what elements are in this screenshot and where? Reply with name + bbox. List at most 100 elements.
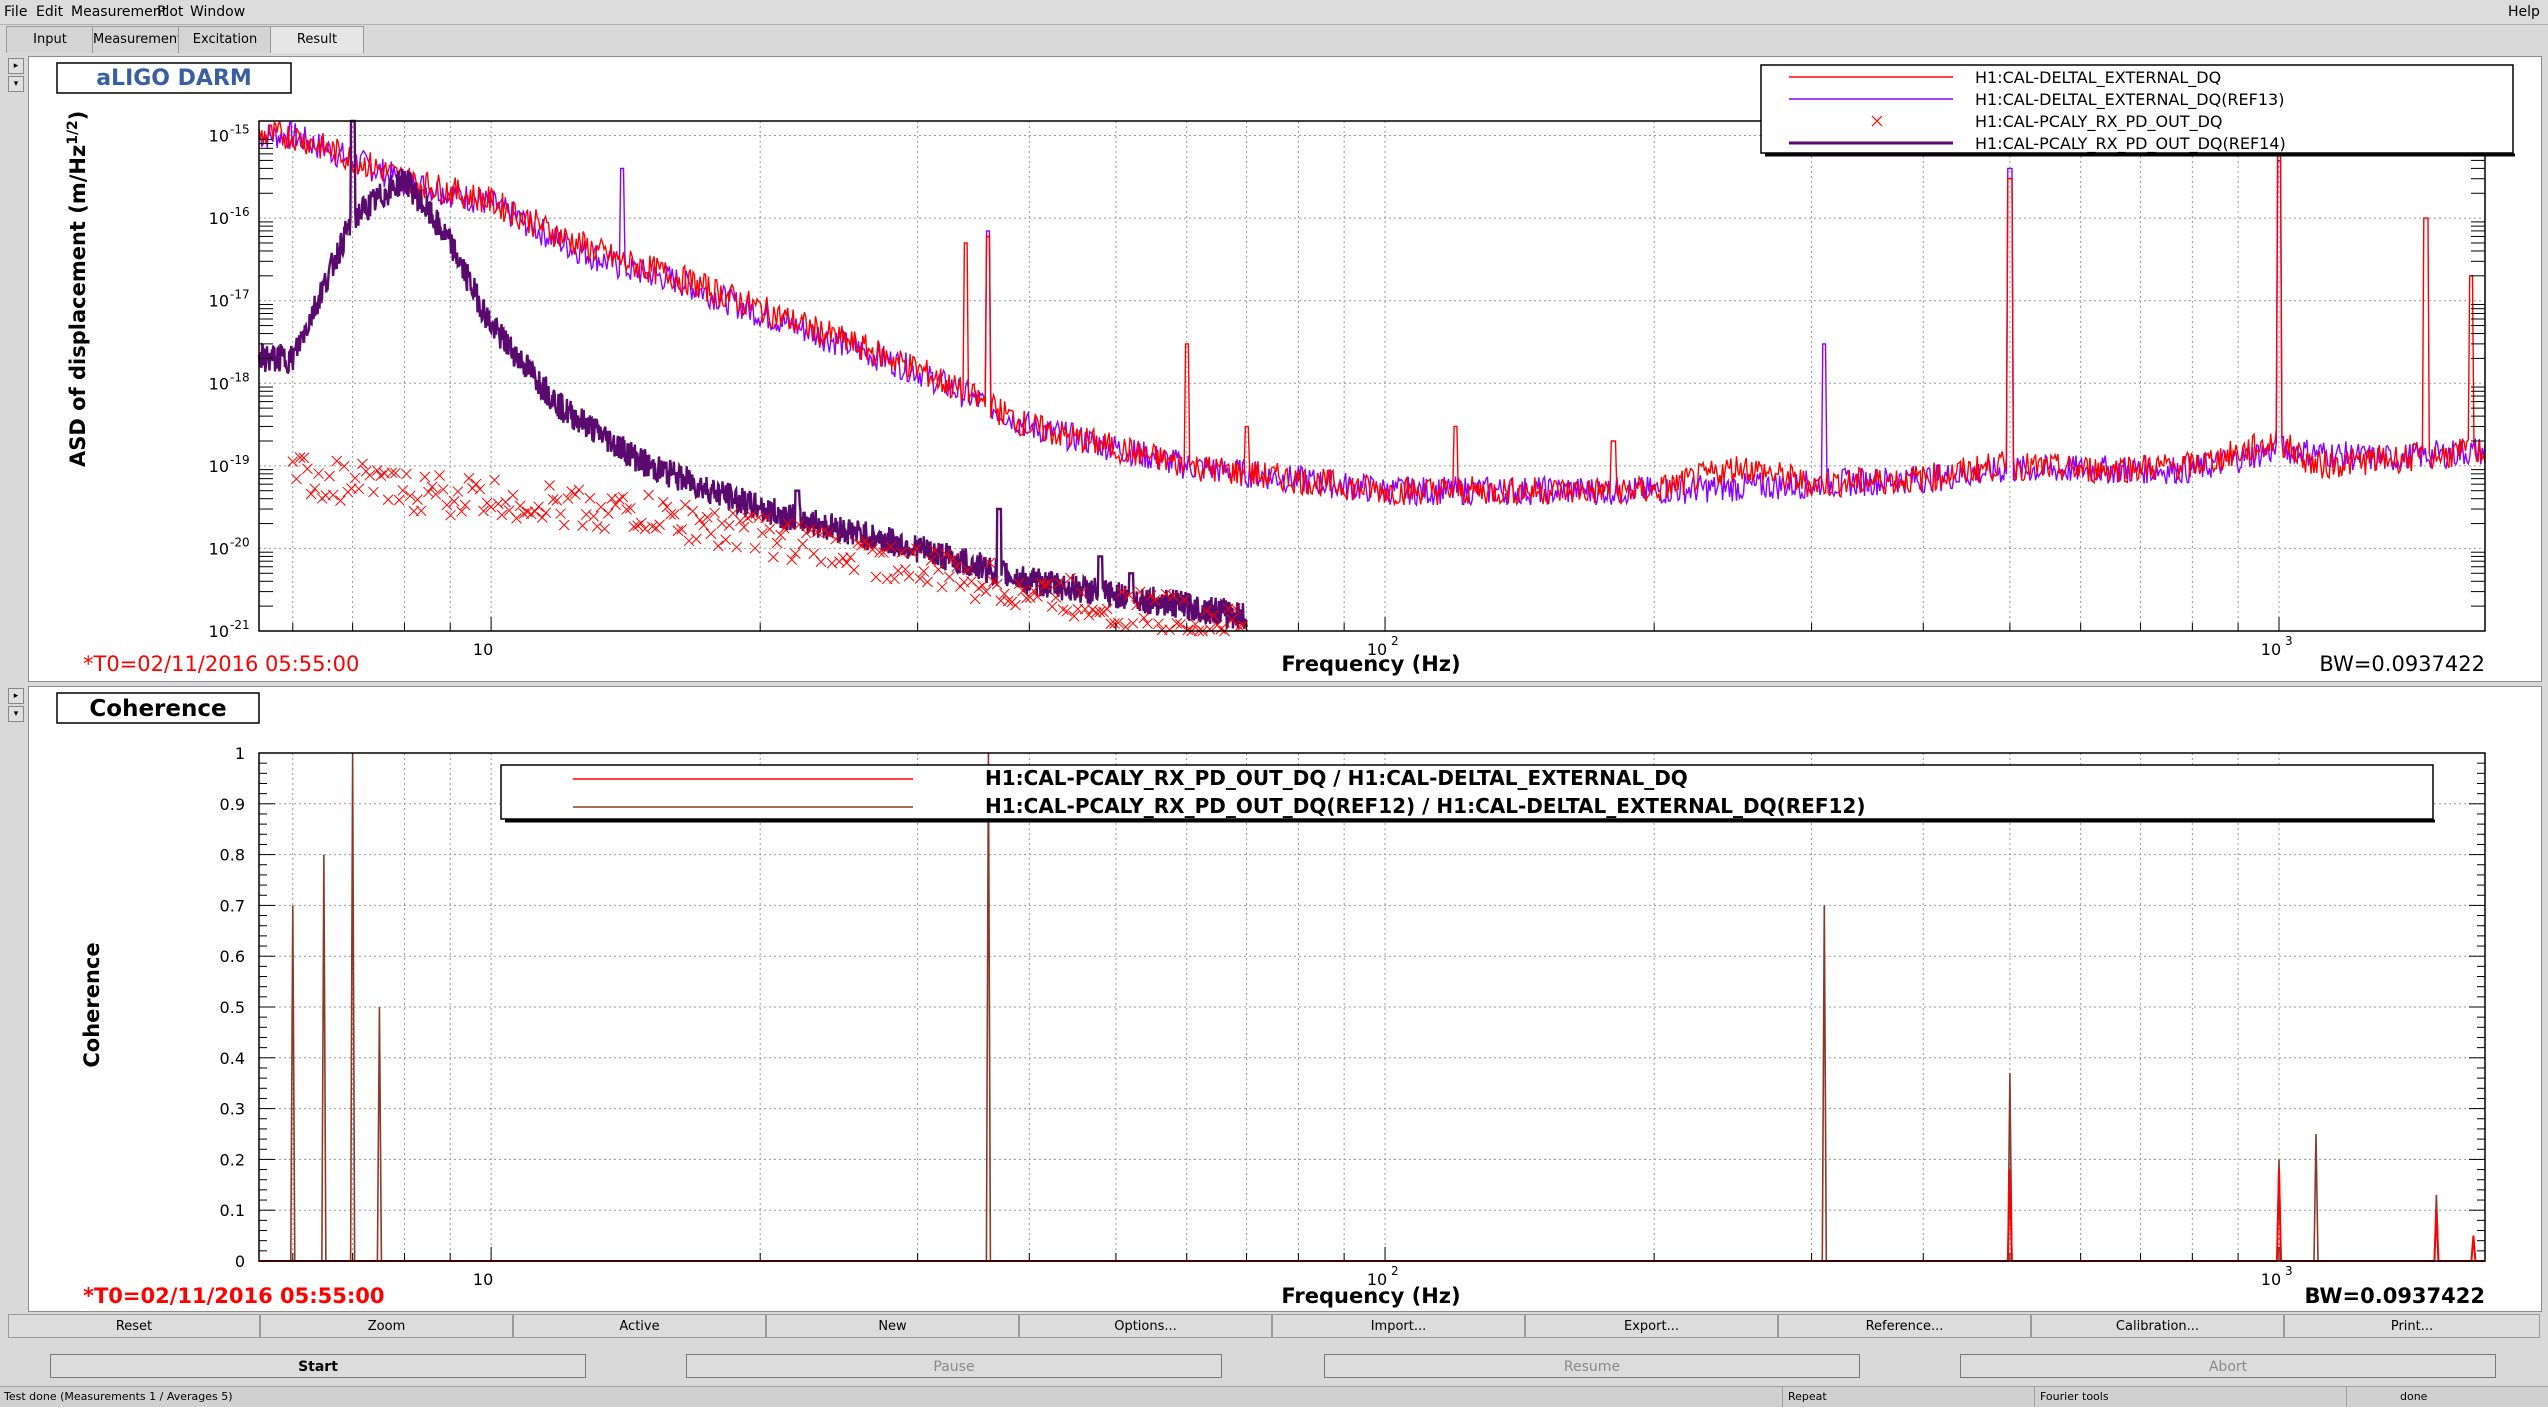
- coherence-t0: *T0=02/11/2016 05:55:00: [83, 1284, 385, 1308]
- series-marker: [544, 480, 555, 491]
- plot-pad-coherence[interactable]: Coherence 1 0.9 0.8 0.7 0.6 0.5 0.4 0.3 0.2 0.1 0 1…: [28, 686, 2542, 1312]
- abort-button[interactable]: Abort: [1960, 1354, 2496, 1378]
- series-marker: [1153, 618, 1164, 630]
- series-marker: [459, 499, 471, 511]
- y-tick-exponent: -15: [230, 123, 250, 137]
- series-marker: [595, 501, 607, 513]
- darm-legend[interactable]: H1:CAL-DELTAL_EXTERNAL_DQH1:CAL-DELTAL_E…: [1760, 64, 2515, 157]
- options-button[interactable]: Options...: [1019, 1314, 1272, 1338]
- pad2-collapse-icon[interactable]: ▾: [8, 706, 24, 722]
- series-marker: [1164, 624, 1175, 636]
- series-marker: [694, 514, 706, 526]
- y-tick-label: 1: [235, 744, 245, 763]
- y-tick-label: 10: [209, 127, 229, 146]
- series-marker: [1171, 618, 1183, 629]
- series-marker: [533, 501, 544, 513]
- coherence-legend[interactable]: H1:CAL-PCALY_RX_PD_OUT_DQ / H1:CAL-DELTA…: [500, 764, 2435, 823]
- series-marker: [577, 520, 588, 531]
- y-tick-label: 10: [209, 209, 229, 228]
- tab-result[interactable]: Result: [270, 26, 364, 53]
- series-marker: [848, 564, 860, 576]
- series-marker: [401, 468, 412, 480]
- series-marker: [1061, 605, 1073, 617]
- series-line: [259, 1169, 2485, 1262]
- y-tick-label: 10: [209, 292, 229, 311]
- x-tick-exponent: 3: [2285, 634, 2293, 648]
- reference-button[interactable]: Reference...: [1778, 1314, 2031, 1338]
- active-button[interactable]: Active: [513, 1314, 766, 1338]
- coherence-xlabel: Frequency (Hz): [1281, 1284, 1460, 1308]
- y-tick-exponent: -17: [230, 288, 250, 302]
- series-marker: [313, 468, 324, 479]
- series-marker: [613, 494, 625, 505]
- series-marker: [382, 494, 394, 505]
- series-line: [258, 120, 2486, 507]
- series-marker: [889, 573, 900, 585]
- series-marker: [643, 489, 654, 501]
- y-tick-label: 0.4: [220, 1049, 245, 1068]
- menu-plot[interactable]: Plot: [157, 4, 183, 20]
- x-tick-label: 10: [2261, 640, 2281, 659]
- series-marker: [617, 491, 629, 503]
- reset-button[interactable]: Reset: [8, 1314, 260, 1338]
- menu-edit[interactable]: Edit: [36, 4, 63, 20]
- y-tick-label: 10: [209, 539, 229, 558]
- series-marker: [870, 571, 882, 583]
- x-tick-exponent: 2: [1391, 634, 1399, 648]
- y-tick-label: 10: [209, 457, 229, 476]
- series-marker: [742, 512, 754, 524]
- calibration-button[interactable]: Calibration...: [2031, 1314, 2284, 1338]
- import-button[interactable]: Import...: [1272, 1314, 1525, 1338]
- series-marker: [371, 465, 383, 476]
- new-button[interactable]: New: [766, 1314, 1019, 1338]
- series-marker: [698, 519, 709, 531]
- series-marker: [331, 455, 343, 467]
- start-button[interactable]: Start: [50, 1354, 586, 1378]
- status-message: Test done (Measurements 1 / Averages 5): [4, 1390, 233, 1403]
- series-line: [257, 119, 1248, 631]
- y-tick-exponent: -20: [230, 535, 250, 549]
- series-marker: [540, 507, 552, 519]
- y-tick-label: 0: [235, 1252, 245, 1271]
- pad1-collapse-icon[interactable]: ▾: [8, 76, 24, 92]
- pause-button[interactable]: Pause: [686, 1354, 1222, 1378]
- series-marker: [749, 542, 761, 554]
- tab-measurement[interactable]: Measurement: [92, 26, 182, 53]
- zoom-button[interactable]: Zoom: [260, 1314, 513, 1338]
- series-marker: [327, 489, 339, 501]
- series-marker: [679, 499, 691, 511]
- menu-help[interactable]: Help: [2508, 4, 2540, 20]
- menu-window[interactable]: Window: [190, 4, 245, 20]
- series-marker: [588, 510, 599, 522]
- plot-pad-darm[interactable]: aLIGO DARM 10 -15 10 -16 10 -17 10 -18 10 -19 10 -2…: [28, 56, 2542, 682]
- series-marker: [489, 474, 500, 486]
- tab-excitation[interactable]: Excitation: [178, 26, 272, 53]
- export-button[interactable]: Export...: [1525, 1314, 1778, 1338]
- legend-label: H1:CAL-DELTAL_EXTERNAL_DQ(REF13): [1975, 90, 2284, 110]
- series-marker: [690, 533, 702, 545]
- tab-input[interactable]: Input: [6, 26, 94, 53]
- run-controls: Start Pause Resume Abort: [0, 1354, 2548, 1380]
- series-marker: [786, 554, 798, 565]
- series-marker: [558, 519, 570, 531]
- menu-measurement[interactable]: Measurement: [71, 4, 167, 20]
- series-marker: [716, 518, 728, 529]
- pad1-expand-icon[interactable]: ▸: [8, 58, 24, 74]
- series-marker: [353, 483, 365, 495]
- resume-button[interactable]: Resume: [1324, 1354, 1860, 1378]
- coherence-chart[interactable]: Coherence 1 0.9 0.8 0.7 0.6 0.5 0.4 0.3 0.2 0.1 0 1…: [29, 687, 2541, 1311]
- series-marker: [624, 502, 636, 514]
- series-marker: [463, 472, 475, 484]
- darm-spectrum-chart[interactable]: aLIGO DARM 10 -1510 -1610 -1710 -1810 -1910 -2…: [29, 57, 2541, 681]
- print-button[interactable]: Print...: [2284, 1314, 2540, 1338]
- series-marker: [349, 472, 361, 484]
- series-marker: [437, 484, 449, 495]
- menu-file[interactable]: File: [4, 4, 27, 20]
- series-marker: [368, 486, 379, 498]
- series-marker: [646, 521, 658, 533]
- pad2-expand-icon[interactable]: ▸: [8, 688, 24, 704]
- x-tick-label: 10: [2261, 1270, 2281, 1289]
- series-marker: [1175, 618, 1186, 630]
- series-marker: [797, 538, 809, 550]
- series-marker: [676, 523, 687, 535]
